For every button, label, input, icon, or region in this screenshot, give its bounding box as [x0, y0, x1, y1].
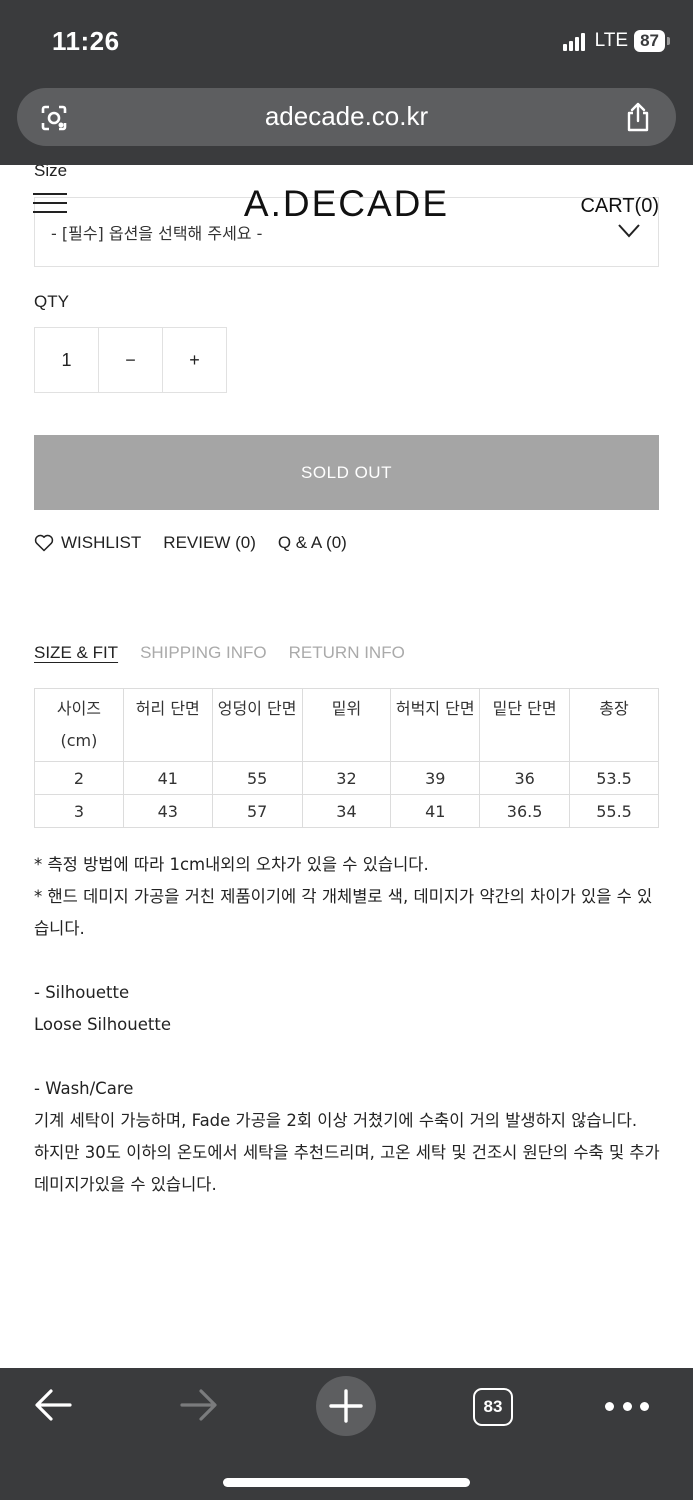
table-cell: 55: [211, 761, 303, 795]
tab-shipping-info[interactable]: SHIPPING INFO: [140, 643, 267, 663]
tab-switcher-button[interactable]: 83: [473, 1388, 513, 1426]
note-measurement: * 측정 방법에 따라 1cm내외의 오차가 있을 수 있습니다.: [34, 855, 429, 874]
cart-link[interactable]: CART(0): [580, 195, 659, 218]
browser-bottom-bar: 83: [0, 1368, 693, 1500]
quantity-minus-button[interactable]: −: [98, 327, 163, 393]
table-cell: 57: [211, 794, 303, 828]
network-label: LTE: [594, 30, 629, 51]
url-text: adecade.co.kr: [264, 101, 429, 131]
product-actions: WISHLIST REVIEW (0) Q & A (0): [34, 533, 369, 553]
quantity-stepper: 1 − +: [34, 327, 227, 393]
note-damage: * 핸드 데미지 가공을 거친 제품이기에 각 개체별로 색, 데미지가 약간의…: [34, 887, 653, 938]
forward-arrow-icon[interactable]: [179, 1388, 219, 1422]
battery-icon: 87: [634, 30, 670, 52]
table-header-cell: 밑위: [301, 688, 392, 762]
table-cell: 55.5: [569, 794, 659, 828]
page-content: Size - [필수] 옵션을 선택해 주세요 - A.DECADE CART(…: [0, 165, 693, 1368]
signal-icon: [562, 31, 585, 51]
table-cell: 36: [479, 761, 571, 795]
tab-size-fit[interactable]: SIZE & FIT: [34, 643, 118, 663]
browser-top-bar: 11:26 LTE 87 adecade.co.kr: [0, 0, 693, 165]
table-cell: 41: [122, 761, 213, 795]
new-tab-button[interactable]: [316, 1376, 376, 1436]
address-bar[interactable]: adecade.co.kr: [17, 88, 676, 146]
table-header-row: 사이즈 (cm) 허리 단면 엉덩이 단면 밑위 허벅지 단면 밑단 단면 총장: [34, 688, 659, 762]
quantity-label: QTY: [34, 292, 69, 311]
table-cell: 41: [390, 794, 481, 828]
table-cell: 3: [34, 794, 124, 828]
quantity-value[interactable]: 1: [34, 327, 99, 393]
plus-icon: [329, 1389, 363, 1423]
table-cell: 2: [34, 761, 124, 795]
product-notes: * 측정 방법에 따라 1cm내외의 오차가 있을 수 있습니다. * 핸드 데…: [34, 849, 664, 1201]
table-cell: 34: [301, 794, 392, 828]
info-tabs: SIZE & FIT SHIPPING INFO RETURN INFO: [34, 643, 427, 663]
status-time: 11:26: [52, 26, 120, 56]
site-header: A.DECADE CART(0): [0, 179, 693, 239]
table-cell: 32: [301, 761, 392, 795]
table-header-cell: 허벅지 단면: [390, 688, 481, 762]
wash-care-line: 하지만 30도 이하의 온도에서 세탁을 추천드리며, 고온 세탁 및 건조시 …: [34, 1143, 660, 1194]
table-cell: 53.5: [569, 761, 659, 795]
size-table: 사이즈 (cm) 허리 단면 엉덩이 단면 밑위 허벅지 단면 밑단 단면 총장…: [34, 688, 659, 828]
table-cell: 39: [390, 761, 481, 795]
back-arrow-icon[interactable]: [33, 1388, 73, 1422]
wash-care-title: - Wash/Care: [34, 1079, 134, 1098]
silhouette-value: Loose Silhouette: [34, 1015, 171, 1034]
heart-icon[interactable]: [34, 534, 54, 552]
quantity-plus-button[interactable]: +: [162, 327, 227, 393]
table-header-cell: 총장: [569, 688, 659, 762]
qna-link[interactable]: Q & A (0): [278, 533, 347, 553]
wishlist-link[interactable]: WISHLIST: [61, 533, 141, 553]
tab-return-info[interactable]: RETURN INFO: [289, 643, 405, 663]
review-link[interactable]: REVIEW (0): [163, 533, 256, 553]
table-row: 2 41 55 32 39 36 53.5: [34, 761, 659, 795]
silhouette-title: - Silhouette: [34, 983, 130, 1002]
more-icon[interactable]: [605, 1400, 649, 1412]
table-header-cell: 사이즈 (cm): [34, 688, 124, 762]
wash-care-line: 기계 세탁이 가능하며, Fade 가공을 2회 이상 거쳤기에 수축이 거의 …: [34, 1111, 638, 1130]
share-icon[interactable]: [624, 101, 652, 133]
table-header-cell: 허리 단면: [122, 688, 213, 762]
table-cell: 36.5: [479, 794, 571, 828]
sold-out-button[interactable]: SOLD OUT: [34, 435, 659, 510]
home-indicator: [223, 1478, 470, 1487]
table-cell: 43: [122, 794, 213, 828]
table-row: 3 43 57 34 41 36.5 55.5: [34, 794, 659, 828]
table-header-cell: 밑단 단면: [479, 688, 571, 762]
table-header-cell: 엉덩이 단면: [211, 688, 303, 762]
status-indicators: LTE 87: [562, 30, 670, 52]
